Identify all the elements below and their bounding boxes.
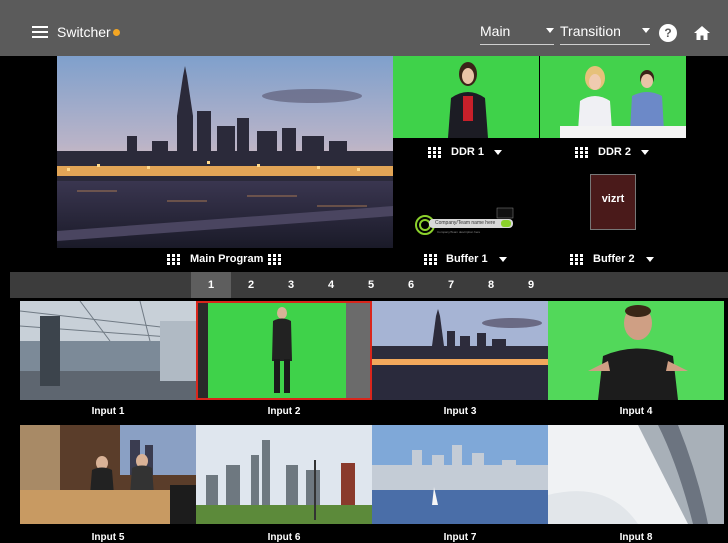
app-title: Switcher [57, 24, 111, 40]
input4-preview[interactable] [548, 301, 724, 400]
buffer1-label: Buffer 1 [446, 253, 488, 265]
page-button-7[interactable]: 7 [431, 272, 471, 298]
input4-label: Input 4 [619, 406, 653, 417]
chevron-down-icon[interactable] [646, 257, 654, 262]
status-dot-icon [113, 29, 120, 36]
help-icon[interactable]: ? [659, 24, 677, 42]
inputs-grid: Input 1 Input 2 Input 3 Input 4 Input 5 … [10, 298, 728, 543]
lower-third-title: Company/Team name here [435, 220, 496, 226]
home-icon[interactable] [693, 24, 711, 42]
page-button-8[interactable]: 8 [471, 272, 511, 298]
page-button-9[interactable]: 9 [511, 272, 551, 298]
grid-icon[interactable] [428, 147, 441, 158]
top-bar: Switcher Main Transition ? [0, 0, 728, 56]
chevron-down-icon [546, 28, 554, 33]
input3-label: Input 3 [443, 406, 477, 417]
lower-third-subtitle: Company/Team description here [437, 230, 481, 234]
main-select[interactable]: Main [480, 23, 554, 45]
page-button-3[interactable]: 3 [271, 272, 311, 298]
chevron-down-icon[interactable] [494, 150, 502, 155]
chevron-down-icon[interactable] [641, 150, 649, 155]
main-program-label: Main Program [190, 253, 264, 265]
ddr2-label: DDR 2 [598, 146, 632, 158]
page-button-2[interactable]: 2 [231, 272, 271, 298]
input7-preview[interactable] [372, 425, 548, 524]
main-program-preview[interactable] [57, 56, 393, 248]
grid-icon[interactable] [268, 254, 281, 265]
page-button-6[interactable]: 6 [391, 272, 431, 298]
input6-preview[interactable] [196, 425, 372, 524]
page-button-5[interactable]: 5 [351, 272, 391, 298]
input3-preview[interactable] [372, 301, 548, 400]
input2-label: Input 2 [267, 406, 301, 417]
input8-label: Input 8 [619, 532, 653, 543]
hamburger-icon[interactable] [32, 26, 48, 38]
grid-icon[interactable] [575, 147, 588, 158]
chevron-down-icon[interactable] [499, 257, 507, 262]
input1-preview[interactable] [20, 301, 196, 400]
input6-label: Input 6 [267, 532, 301, 543]
grid-icon[interactable] [424, 254, 437, 265]
grid-icon[interactable] [167, 254, 180, 265]
transition-select[interactable]: Transition [560, 23, 650, 45]
buffer2-label: Buffer 2 [593, 253, 635, 265]
input5-label: Input 5 [91, 532, 125, 543]
transition-select-value: Transition [560, 23, 621, 39]
grid-icon[interactable] [570, 254, 583, 265]
main-select-value: Main [480, 23, 511, 39]
input7-label: Input 7 [443, 532, 477, 543]
ddr2-preview[interactable] [540, 56, 686, 138]
input2-preview[interactable] [196, 301, 372, 400]
page-button-4[interactable]: 4 [311, 272, 351, 298]
input8-preview[interactable] [548, 425, 724, 524]
ddr1-preview[interactable] [393, 56, 539, 138]
buffer1-preview[interactable]: Company/Team name here Company/Team desc… [393, 173, 539, 237]
outputs-area: DDR 1 DDR 2 Company/Team name here Compa… [0, 56, 728, 272]
page-number-bar: 1 2 3 4 5 6 7 8 9 [10, 272, 728, 298]
input1-label: Input 1 [91, 406, 125, 417]
ddr1-label: DDR 1 [451, 146, 485, 158]
input5-preview[interactable] [20, 425, 196, 524]
switcher-app: Switcher Main Transition ? DDR 1 DDR 2 C… [0, 0, 728, 543]
vizrt-logo: vizrt [601, 193, 625, 205]
buffer2-preview[interactable]: vizrt [590, 174, 636, 230]
page-button-1[interactable]: 1 [191, 272, 231, 298]
chevron-down-icon [642, 28, 650, 33]
